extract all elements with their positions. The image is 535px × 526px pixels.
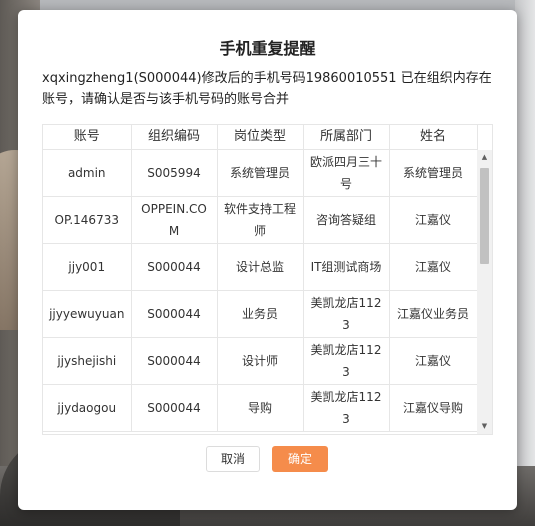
confirm-button[interactable]: 确定 — [272, 446, 328, 472]
triangle-down-icon[interactable]: ▼ — [477, 419, 492, 434]
cell-position-type: 业务员 — [217, 290, 304, 338]
cell-name: 江嘉仪 — [389, 337, 478, 385]
cell-account: admin — [43, 149, 132, 197]
cell-account: jjy001 — [43, 243, 132, 291]
cell-department: 美凯龙店1123 — [303, 290, 390, 338]
cell-position-type: 软件支持工程师 — [217, 196, 304, 244]
cell-org-code: S000044 — [131, 384, 218, 432]
cell-department: 美凯龙店1123 — [303, 337, 390, 385]
cell-position-type: 设计师 — [217, 337, 304, 385]
table-row[interactable]: admin S005994 系统管理员 欧派四月三十号 系统管理员 — [43, 149, 478, 197]
table-row[interactable]: jjyshejishi S000044 设计师 美凯龙店1123 江嘉仪 — [43, 337, 478, 385]
cell-org-code: S000044 — [131, 290, 218, 338]
cell-org-code: OPPEIN.COM — [131, 196, 218, 244]
cell-name: 江嘉仪 — [389, 196, 478, 244]
cell-org-code: S000044 — [131, 243, 218, 291]
column-header-name: 姓名 — [389, 125, 478, 150]
cell-position-type: 导购 — [217, 384, 304, 432]
cell-name: 江嘉仪业务员 — [389, 290, 478, 338]
cell-account: jjydaogou — [43, 384, 132, 432]
cell-org-code: S000044 — [131, 337, 218, 385]
table-scrollbar[interactable]: ▲ ▼ — [477, 150, 492, 434]
table-row[interactable]: jjyyewuyuan S000044 业务员 美凯龙店1123 江嘉仪业务员 — [43, 290, 478, 338]
cell-department: IT组测试商场 — [303, 243, 390, 291]
dialog-message: xqxingzheng1(S000044)修改后的手机号码19860010551… — [42, 71, 492, 107]
cell-department: 咨询答疑组 — [303, 196, 390, 244]
table-row[interactable]: OP.146733 OPPEIN.COM 软件支持工程师 咨询答疑组 江嘉仪 — [43, 196, 478, 244]
table-row[interactable]: jjydaogou S000044 导购 美凯龙店1123 江嘉仪导购 — [43, 384, 478, 432]
cancel-button[interactable]: 取消 — [206, 446, 260, 472]
cell-name: 江嘉仪 — [389, 243, 478, 291]
cell-position-type: 系统管理员 — [217, 149, 304, 197]
cell-department: 美凯龙店1123 — [303, 384, 390, 432]
accounts-table: 账号 组织编码 岗位类型 所属部门 姓名 admin S005994 系统管理员… — [43, 125, 478, 432]
cell-org-code: S005994 — [131, 149, 218, 197]
cell-account: OP.146733 — [43, 196, 132, 244]
table-header-row: 账号 组织编码 岗位类型 所属部门 姓名 — [43, 125, 478, 150]
cell-name: 江嘉仪导购 — [389, 384, 478, 432]
duplicate-phone-dialog: 手机重复提醒 xqxingzheng1(S000044)修改后的手机号码1986… — [18, 10, 517, 510]
accounts-table-container[interactable]: 账号 组织编码 岗位类型 所属部门 姓名 admin S005994 系统管理员… — [42, 124, 493, 435]
cell-department: 欧派四月三十号 — [303, 149, 390, 197]
scrollbar-thumb[interactable] — [480, 168, 489, 264]
table-row[interactable]: jjy001 S000044 设计总监 IT组测试商场 江嘉仪 — [43, 243, 478, 291]
column-header-org-code: 组织编码 — [131, 125, 218, 150]
column-header-position-type: 岗位类型 — [217, 125, 304, 150]
column-header-department: 所属部门 — [303, 125, 390, 150]
cell-name: 系统管理员 — [389, 149, 478, 197]
column-header-account: 账号 — [43, 125, 132, 150]
cell-account: jjyyewuyuan — [43, 290, 132, 338]
triangle-up-icon[interactable]: ▲ — [477, 150, 492, 165]
dialog-title: 手机重复提醒 — [219, 39, 316, 58]
background-wall-right — [515, 0, 535, 526]
cell-position-type: 设计总监 — [217, 243, 304, 291]
cell-account: jjyshejishi — [43, 337, 132, 385]
